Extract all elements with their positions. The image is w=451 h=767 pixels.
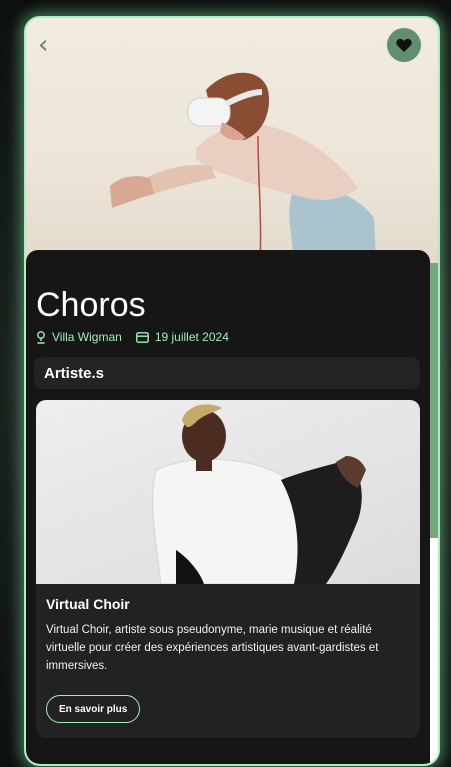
learn-more-button[interactable]: En savoir plus: [46, 695, 141, 723]
favorite-button[interactable]: [387, 28, 421, 62]
heart-icon: [396, 38, 412, 52]
hero-image: [26, 18, 438, 263]
app-frame: ‹ Choros Villa Wigman 19 juillet 2024 Ar…: [24, 16, 440, 766]
artist-description: Virtual Choir, artiste sous pseudonyme, …: [46, 624, 379, 672]
event-title: Choros: [36, 286, 146, 324]
vr-performer-illustration: [110, 72, 376, 263]
artists-heading: Artiste.s: [44, 364, 105, 382]
ticket-icon: [135, 331, 149, 343]
artist-card: Virtual Choir Virtual Choir, artiste sou…: [36, 400, 420, 738]
date-info: 19 juillet 2024: [135, 330, 229, 344]
artist-name: Virtual Choir: [46, 596, 130, 612]
artists-section-header: Artiste.s: [34, 357, 420, 389]
venue-info: Villa Wigman: [36, 330, 122, 344]
event-date: 19 juillet 2024: [154, 330, 229, 344]
back-chevron-icon[interactable]: ‹: [38, 32, 60, 58]
event-meta: Villa Wigman 19 juillet 2024: [36, 330, 243, 344]
venue-name: Villa Wigman: [52, 330, 122, 344]
event-details-panel: Choros Villa Wigman 19 juillet 2024 Arti…: [26, 250, 430, 764]
artist-photo: [36, 400, 420, 584]
artist-portrait-illustration: [152, 404, 366, 584]
location-pin-icon: [37, 330, 45, 344]
